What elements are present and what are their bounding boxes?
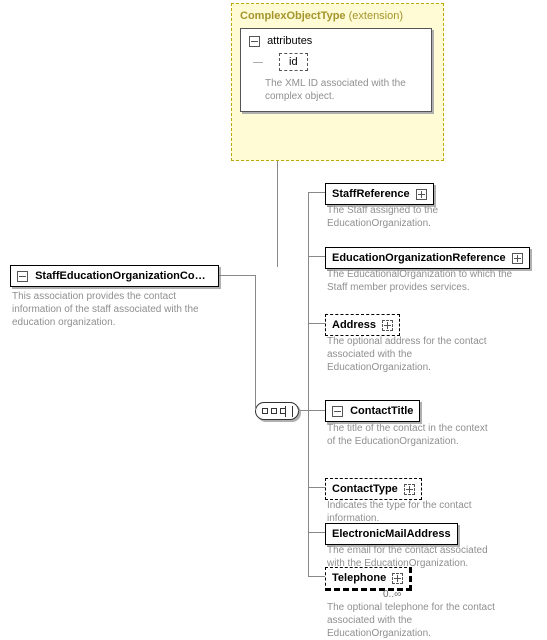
connector-line [308,487,325,488]
connector-line [255,275,256,410]
collapse-icon[interactable] [332,406,343,417]
element-label: EducationOrganizationReference [332,252,506,264]
element-desc: The Staff assigned to the EducationOrgan… [327,204,497,230]
element-desc-ema: The email for the contact associated wit… [327,544,492,570]
element-contacttitle[interactable]: ContactTitle [325,400,420,422]
element-desc: The EducationalOrganization to which the… [327,268,517,294]
connector-line [308,192,325,193]
expand-icon[interactable] [512,253,523,264]
element-educationorganizationreference[interactable]: EducationOrganizationReference [325,247,530,269]
attribute-id-desc: The XML ID associated with the complex o… [265,77,415,103]
element-staffreference[interactable]: StaffReference [325,183,434,205]
connector-line [308,576,325,577]
connector-line [219,275,255,276]
element-label: ElectronicMailAddress [332,528,451,540]
attributes-label: attributes [267,35,312,47]
attributes-box: attributes id The XML ID associated with… [240,28,432,112]
extension-container: ComplexObjectType (extension) attributes… [231,3,444,161]
connector-line [277,161,278,267]
expand-icon[interactable] [404,484,415,495]
element-desc: The optional address for the contact ass… [327,335,497,374]
element-electronicmailaddress[interactable]: ElectronicMailAddress [325,523,458,545]
root-element[interactable]: StaffEducationOrganizationConta... [10,265,219,287]
expand-icon[interactable] [382,320,393,331]
element-label: StaffReference [332,188,410,200]
attribute-id: id [279,53,308,71]
element-desc: The optional telephone for the contact a… [327,601,502,640]
cardinality: 0..∞ [383,589,401,600]
collapse-icon[interactable] [17,271,28,282]
element-desc: The title of the contact in the context … [327,422,497,448]
expand-icon[interactable] [416,189,427,200]
element-label: Address [332,319,376,331]
sequence-connector [255,402,299,420]
expand-icon[interactable] [392,573,403,584]
root-desc: This association provides the contact in… [12,290,217,329]
connector-line [308,410,325,411]
element-contacttype[interactable]: ContactType [325,478,422,500]
extension-suffix: (extension) [349,10,403,22]
element-label: Telephone [332,572,386,584]
connector-line [308,532,325,533]
connector-line [308,323,325,324]
element-label: ContactType [332,483,398,495]
root-label: StaffEducationOrganizationConta... [35,270,219,282]
element-address[interactable]: Address [325,314,400,336]
element-telephone[interactable]: Telephone [325,567,412,591]
connector-line [308,192,309,576]
element-label: ContactTitle [350,405,413,417]
attribute-id-label: id [289,56,298,68]
extension-title: ComplexObjectType [240,10,346,22]
collapse-icon[interactable] [249,36,260,47]
element-desc: Indicates the type for the contact infor… [327,499,497,525]
connector-line [308,256,325,257]
